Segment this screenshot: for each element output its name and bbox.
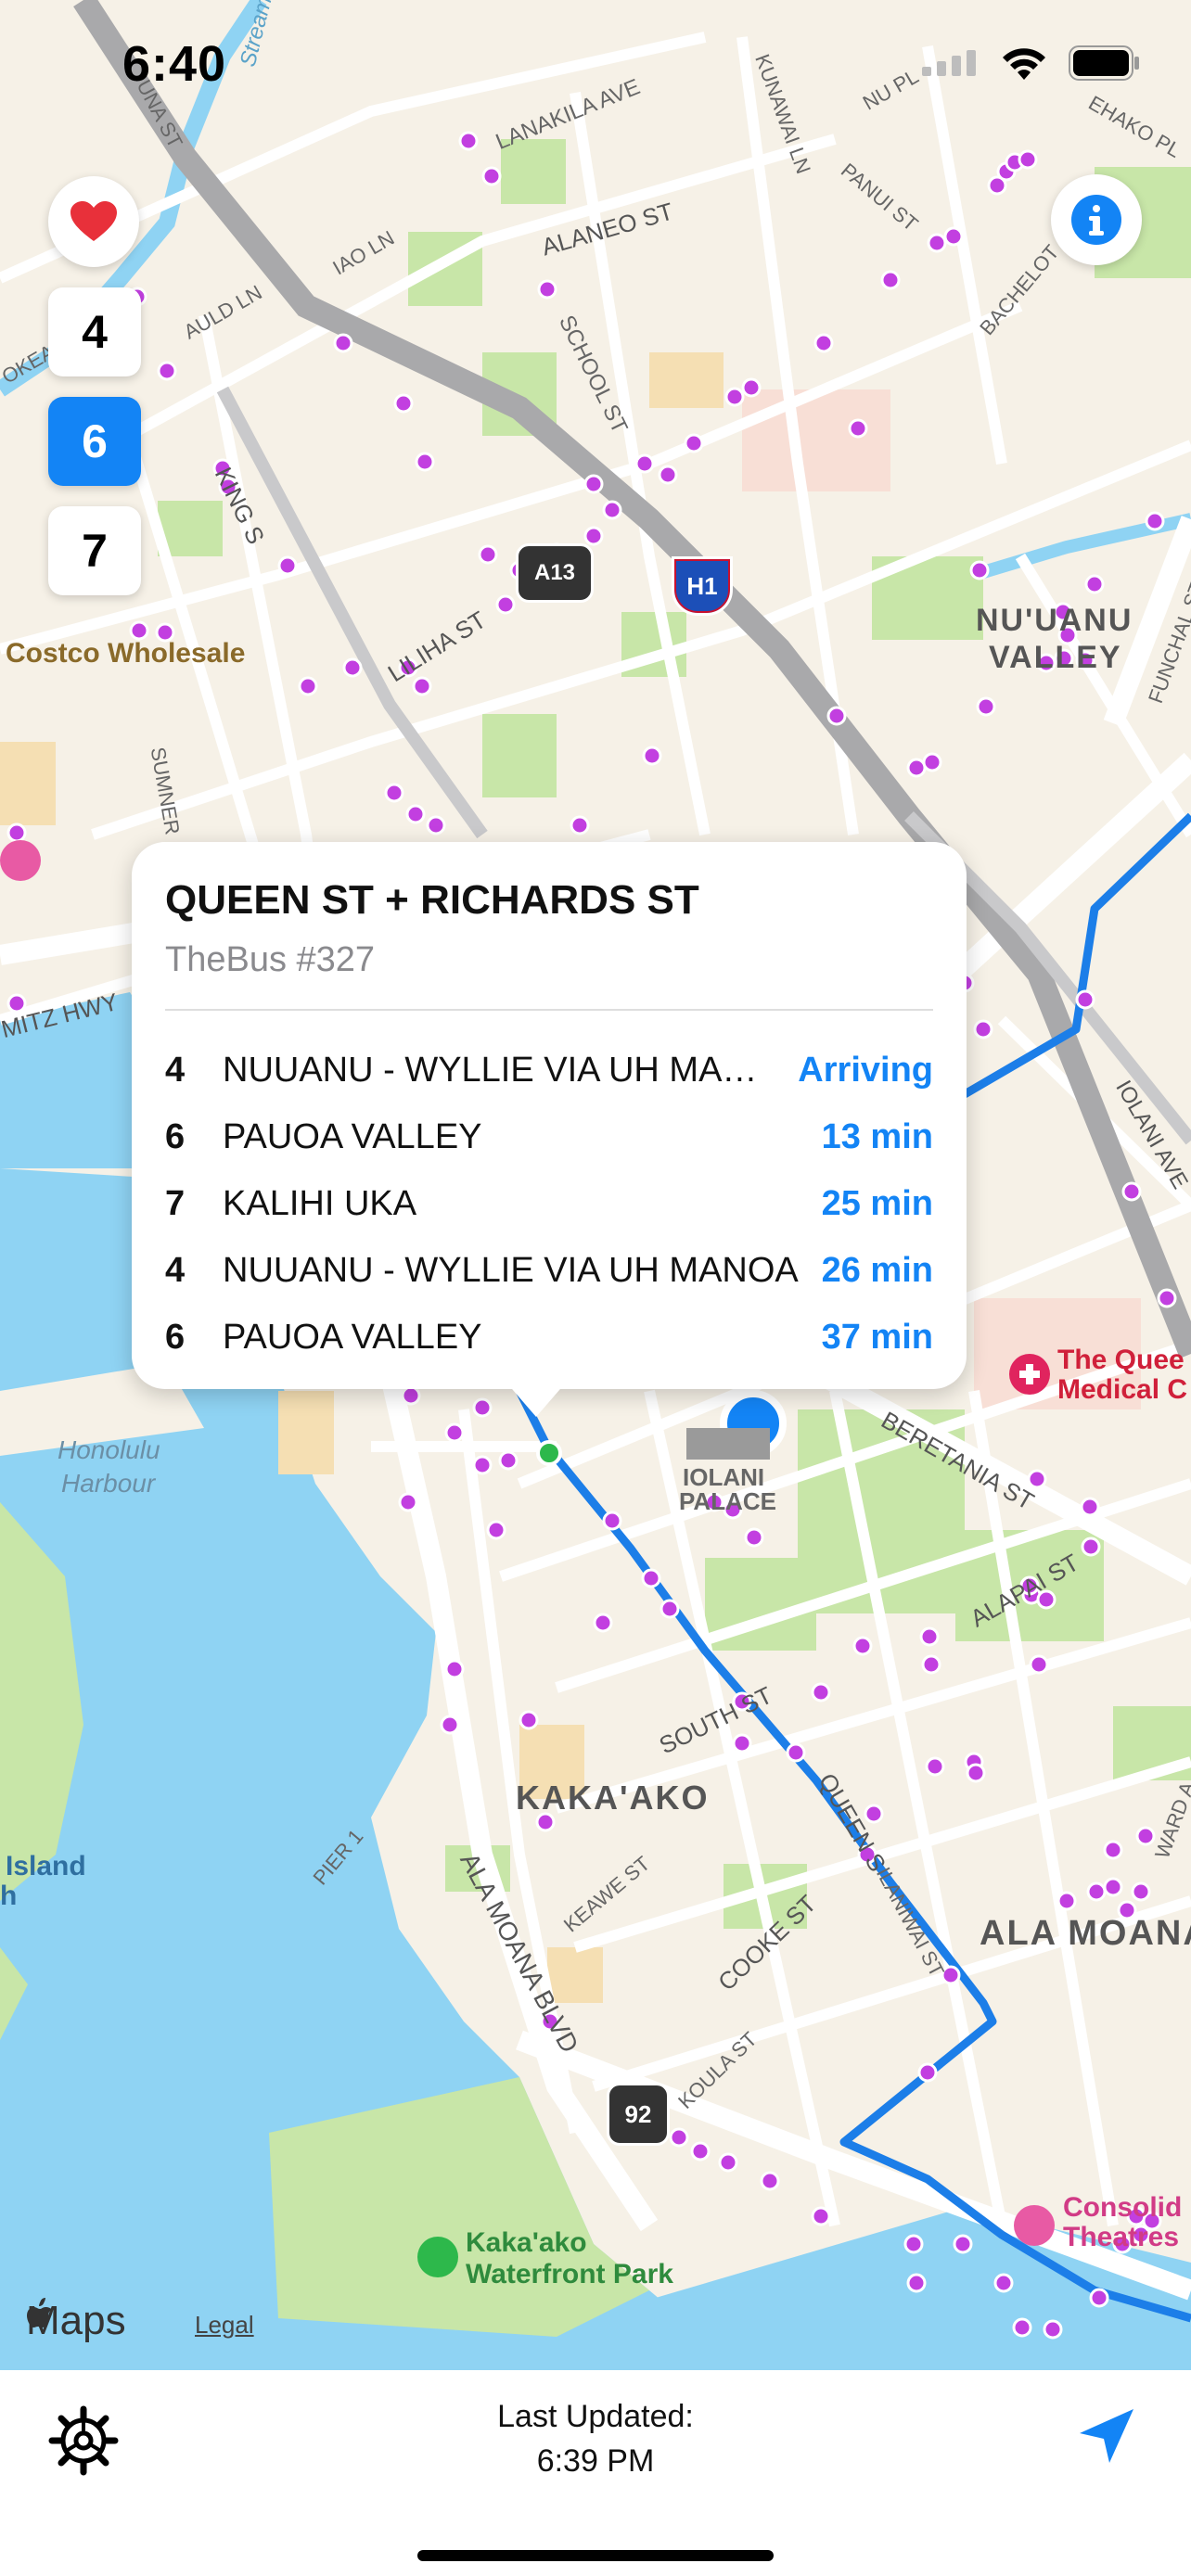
arrival-time: Arriving	[798, 1050, 933, 1090]
home-indicator	[417, 2550, 774, 2561]
arrival-row[interactable]: 7 KALIHI UKA 25 min	[165, 1170, 933, 1237]
arrival-row[interactable]: 6 PAUOA VALLEY 37 min	[165, 1304, 933, 1371]
route-a13-shield-label: A13	[533, 560, 576, 585]
route-92-shield-label: 92	[624, 2099, 652, 2128]
arrival-destination: PAUOA VALLEY	[223, 1116, 482, 1156]
label-consolidated-2: Theatres	[1063, 2222, 1180, 2252]
arrival-destination: NUUANU - WYLLIE VIA UH MANOA	[223, 1250, 799, 1290]
block-hospital	[742, 389, 890, 491]
status-icons	[922, 45, 1141, 82]
route-a13-shield-icon: A13	[516, 543, 594, 603]
label-ala-moana: ALA MOANA	[980, 1914, 1191, 1953]
last-updated-time: 6:39 PM	[536, 2443, 655, 2479]
stop-callout[interactable]: QUEEN ST + RICHARDS ST TheBus #327 4 NUU…	[132, 842, 967, 1389]
block	[649, 352, 724, 408]
label-consolidated-1: Consolid	[1063, 2192, 1183, 2223]
heart-icon	[70, 201, 117, 241]
callout-divider	[165, 1009, 933, 1011]
arrival-row[interactable]: 4 NUUANU - WYLLIE VIA UH MANOA 26 min	[165, 1237, 933, 1304]
block	[0, 742, 56, 825]
location-arrow-icon	[1080, 2409, 1133, 2463]
label-island-2: h	[0, 1881, 18, 1911]
palace-icon	[686, 1428, 770, 1460]
label-queens-2: Medical C	[1057, 1374, 1188, 1405]
arrival-destination: NUUANU - WYLLIE VIA UH MANOA	[223, 1050, 780, 1090]
route-filter-panel: 4 6 7	[48, 176, 141, 595]
stop-name: QUEEN ST + RICHARDS ST	[165, 877, 699, 923]
last-updated-label: Last Updated:	[497, 2399, 694, 2434]
theatre-poi-icon	[1014, 2205, 1055, 2246]
label-palace: PALACE	[679, 1487, 776, 1515]
cellular-signal-icon	[922, 50, 976, 76]
arrival-destination: PAUOA VALLEY	[223, 1317, 482, 1357]
label-valley: VALLEY	[989, 640, 1122, 675]
route-92-shield-icon: 92	[607, 2083, 670, 2146]
label-harbour: Harbour	[61, 1469, 156, 1498]
arrival-time: 25 min	[821, 1183, 933, 1223]
legal-link[interactable]: Legal	[195, 2311, 254, 2340]
arrival-time: 13 min	[821, 1116, 933, 1156]
label-costco: Costco Wholesale	[6, 638, 246, 669]
label-queens-1: The Quee	[1057, 1345, 1185, 1375]
label-kakaako: KAKA'AKO	[516, 1779, 710, 1817]
h1-shield-label: H1	[686, 571, 718, 600]
park	[482, 714, 557, 797]
arrival-time: 26 min	[821, 1250, 933, 1290]
arrival-route: 4	[165, 1250, 186, 1290]
selected-stop-marker	[536, 1440, 562, 1466]
info-icon	[1071, 195, 1121, 245]
block	[278, 1391, 334, 1474]
route-button-7[interactable]: 7	[48, 506, 141, 595]
label-waterfront-2: Waterfront Park	[466, 2259, 673, 2289]
route-button-6[interactable]: 6	[48, 397, 141, 486]
arrival-row[interactable]: 4 NUUANU - WYLLIE VIA UH MANOA Arriving	[165, 1037, 933, 1103]
arrival-route: 4	[165, 1050, 186, 1090]
arrival-route: 6	[165, 1317, 186, 1357]
label-nuuanu: NU'UANU	[976, 603, 1133, 638]
apple-maps-logo: Maps	[26, 2298, 126, 2344]
arrival-route: 6	[165, 1116, 186, 1156]
arrival-destination: KALIHI UKA	[223, 1183, 417, 1223]
last-updated: Last Updated: 6:39 PM	[0, 2394, 1191, 2483]
park-poi-icon	[417, 2237, 458, 2277]
status-time: 6:40	[122, 36, 227, 92]
bottom-toolbar: Last Updated: 6:39 PM	[0, 2370, 1191, 2576]
theatre-poi-icon-2	[0, 840, 41, 881]
route-button-4[interactable]: 4	[48, 287, 141, 376]
info-button[interactable]	[1051, 174, 1142, 265]
h1-shield-icon: H1	[672, 556, 733, 616]
status-bar: 6:40	[0, 0, 1191, 130]
label-island: Island	[6, 1851, 86, 1881]
battery-icon	[1069, 45, 1139, 81]
arrival-row[interactable]: 6 PAUOA VALLEY 13 min	[165, 1103, 933, 1170]
stop-subtitle: TheBus #327	[165, 940, 376, 979]
label-honolulu: Honolulu	[58, 1435, 160, 1464]
arrival-time: 37 min	[821, 1317, 933, 1357]
wifi-icon	[1003, 48, 1045, 80]
current-location-button[interactable]	[1072, 2404, 1139, 2475]
favorites-button[interactable]	[48, 176, 139, 267]
arrival-route: 7	[165, 1183, 186, 1223]
label-waterfront-1: Kaka'ako	[466, 2227, 587, 2258]
apple-logo-icon	[27, 2298, 52, 2327]
arrivals-list: 4 NUUANU - WYLLIE VIA UH MANOA Arriving …	[165, 1037, 933, 1371]
callout-pointer	[501, 1376, 571, 1417]
